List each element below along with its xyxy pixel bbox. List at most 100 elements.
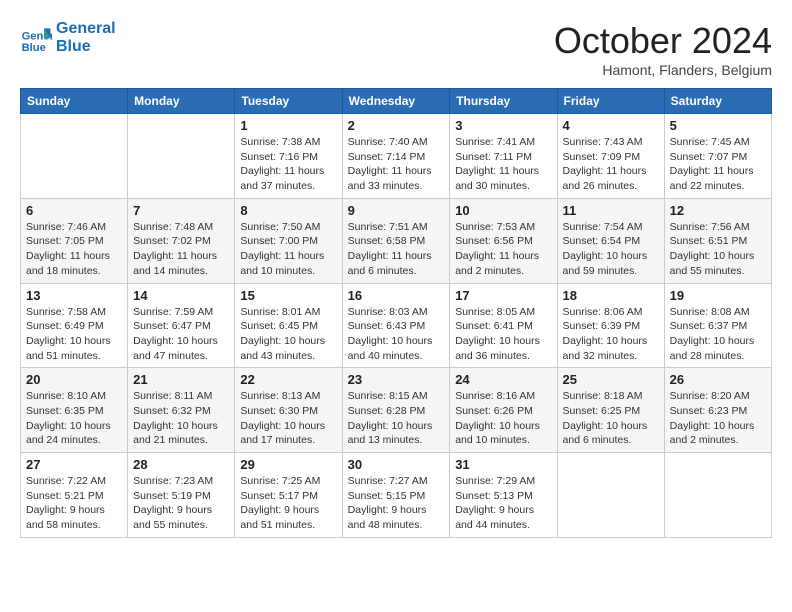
calendar-cell: 30 Sunrise: 7:27 AM Sunset: 5:15 PM Dayli…: [342, 453, 450, 538]
weekday-header-sunday: Sunday: [21, 89, 128, 114]
weekday-header-monday: Monday: [128, 89, 235, 114]
day-number: 24: [455, 372, 551, 387]
day-info: Sunrise: 7:54 AM Sunset: 6:54 PM Dayligh…: [563, 220, 659, 279]
day-info: Sunrise: 8:01 AM Sunset: 6:45 PM Dayligh…: [240, 305, 336, 364]
day-number: 25: [563, 372, 659, 387]
day-info: Sunrise: 7:56 AM Sunset: 6:51 PM Dayligh…: [670, 220, 766, 279]
calendar-cell: [557, 453, 664, 538]
calendar-cell: 11 Sunrise: 7:54 AM Sunset: 6:54 PM Dayli…: [557, 198, 664, 283]
calendar-cell: 16Sunrise: 8:03 AM Sunset: 6:43 PM Dayli…: [342, 283, 450, 368]
day-info: Sunrise: 8:05 AM Sunset: 6:41 PM Dayligh…: [455, 305, 551, 364]
day-info: Sunrise: 7:43 AM Sunset: 7:09 PM Dayligh…: [563, 135, 659, 194]
day-number: 29: [240, 457, 336, 472]
day-info: Sunrise: 8:08 AM Sunset: 6:37 PM Dayligh…: [670, 305, 766, 364]
calendar-cell: 9 Sunrise: 7:51 AM Sunset: 6:58 PM Daylig…: [342, 198, 450, 283]
calendar-cell: 29 Sunrise: 7:25 AM Sunset: 5:17 PM Dayli…: [235, 453, 342, 538]
calendar-week-5: 27 Sunrise: 7:22 AM Sunset: 5:21 PM Dayli…: [21, 453, 772, 538]
calendar-cell: 14 Sunrise: 7:59 AM Sunset: 6:47 PM Dayli…: [128, 283, 235, 368]
day-number: 2: [348, 118, 445, 133]
calendar-cell: 25 Sunrise: 8:18 AM Sunset: 6:25 PM Dayli…: [557, 368, 664, 453]
day-number: 15: [240, 288, 336, 303]
calendar-cell: 8 Sunrise: 7:50 AM Sunset: 7:00 PM Daylig…: [235, 198, 342, 283]
day-number: 19: [670, 288, 766, 303]
calendar-cell: 19 Sunrise: 8:08 AM Sunset: 6:37 PM Dayli…: [664, 283, 771, 368]
day-number: 26: [670, 372, 766, 387]
day-number: 30: [348, 457, 445, 472]
day-info: Sunrise: 7:41 AM Sunset: 7:11 PM Dayligh…: [455, 135, 551, 194]
day-info: Sunrise: 7:58 AM Sunset: 6:49 PM Dayligh…: [26, 305, 122, 364]
day-info: Sunrise: 7:59 AM Sunset: 6:47 PM Dayligh…: [133, 305, 229, 364]
day-info: Sunrise: 8:16 AM Sunset: 6:26 PM Dayligh…: [455, 389, 551, 448]
calendar-cell: 31 Sunrise: 7:29 AM Sunset: 5:13 PM Dayli…: [450, 453, 557, 538]
day-info: Sunrise: 7:45 AM Sunset: 7:07 PM Dayligh…: [670, 135, 766, 194]
day-info: Sunrise: 8:11 AM Sunset: 6:32 PM Dayligh…: [133, 389, 229, 448]
weekday-header-thursday: Thursday: [450, 89, 557, 114]
month-title: October 2024: [554, 20, 772, 62]
day-number: 18: [563, 288, 659, 303]
calendar-week-3: 13Sunrise: 7:58 AM Sunset: 6:49 PM Dayli…: [21, 283, 772, 368]
calendar-table: SundayMondayTuesdayWednesdayThursdayFrid…: [20, 88, 772, 538]
calendar-cell: [128, 114, 235, 199]
day-info: Sunrise: 8:10 AM Sunset: 6:35 PM Dayligh…: [26, 389, 122, 448]
day-info: Sunrise: 7:40 AM Sunset: 7:14 PM Dayligh…: [348, 135, 445, 194]
day-info: Sunrise: 8:06 AM Sunset: 6:39 PM Dayligh…: [563, 305, 659, 364]
logo-icon: General Blue: [20, 22, 52, 54]
day-number: 14: [133, 288, 229, 303]
day-info: Sunrise: 7:53 AM Sunset: 6:56 PM Dayligh…: [455, 220, 551, 279]
calendar-cell: 17Sunrise: 8:05 AM Sunset: 6:41 PM Dayli…: [450, 283, 557, 368]
day-info: Sunrise: 8:20 AM Sunset: 6:23 PM Dayligh…: [670, 389, 766, 448]
day-number: 8: [240, 203, 336, 218]
day-number: 12: [670, 203, 766, 218]
weekday-header-friday: Friday: [557, 89, 664, 114]
day-info: Sunrise: 7:27 AM Sunset: 5:15 PM Dayligh…: [348, 474, 445, 533]
weekday-header-saturday: Saturday: [664, 89, 771, 114]
day-number: 11: [563, 203, 659, 218]
calendar-cell: 12 Sunrise: 7:56 AM Sunset: 6:51 PM Dayli…: [664, 198, 771, 283]
day-info: Sunrise: 7:22 AM Sunset: 5:21 PM Dayligh…: [26, 474, 122, 533]
svg-text:Blue: Blue: [22, 41, 46, 53]
calendar-cell: [664, 453, 771, 538]
day-number: 31: [455, 457, 551, 472]
day-number: 10: [455, 203, 551, 218]
location: Hamont, Flanders, Belgium: [554, 62, 772, 78]
day-number: 3: [455, 118, 551, 133]
calendar-week-4: 20Sunrise: 8:10 AM Sunset: 6:35 PM Dayli…: [21, 368, 772, 453]
calendar-cell: 24 Sunrise: 8:16 AM Sunset: 6:26 PM Dayli…: [450, 368, 557, 453]
day-number: 5: [670, 118, 766, 133]
calendar-week-1: 1 Sunrise: 7:38 AM Sunset: 7:16 PM Daylig…: [21, 114, 772, 199]
calendar-cell: 22Sunrise: 8:13 AM Sunset: 6:30 PM Dayli…: [235, 368, 342, 453]
calendar-cell: 7 Sunrise: 7:48 AM Sunset: 7:02 PM Daylig…: [128, 198, 235, 283]
calendar-cell: 27 Sunrise: 7:22 AM Sunset: 5:21 PM Dayli…: [21, 453, 128, 538]
weekday-header-row: SundayMondayTuesdayWednesdayThursdayFrid…: [21, 89, 772, 114]
calendar-cell: 20Sunrise: 8:10 AM Sunset: 6:35 PM Dayli…: [21, 368, 128, 453]
day-number: 21: [133, 372, 229, 387]
day-info: Sunrise: 7:48 AM Sunset: 7:02 PM Dayligh…: [133, 220, 229, 279]
calendar-cell: 15 Sunrise: 8:01 AM Sunset: 6:45 PM Dayli…: [235, 283, 342, 368]
logo: General Blue General Blue: [20, 20, 116, 55]
day-info: Sunrise: 7:25 AM Sunset: 5:17 PM Dayligh…: [240, 474, 336, 533]
day-info: Sunrise: 8:18 AM Sunset: 6:25 PM Dayligh…: [563, 389, 659, 448]
calendar-week-2: 6Sunrise: 7:46 AM Sunset: 7:05 PM Daylig…: [21, 198, 772, 283]
calendar-cell: 23 Sunrise: 8:15 AM Sunset: 6:28 PM Dayli…: [342, 368, 450, 453]
calendar-cell: 28Sunrise: 7:23 AM Sunset: 5:19 PM Dayli…: [128, 453, 235, 538]
day-info: Sunrise: 7:51 AM Sunset: 6:58 PM Dayligh…: [348, 220, 445, 279]
day-number: 4: [563, 118, 659, 133]
day-info: Sunrise: 8:03 AM Sunset: 6:43 PM Dayligh…: [348, 305, 445, 364]
day-number: 1: [240, 118, 336, 133]
calendar-cell: 2 Sunrise: 7:40 AM Sunset: 7:14 PM Daylig…: [342, 114, 450, 199]
day-number: 23: [348, 372, 445, 387]
weekday-header-tuesday: Tuesday: [235, 89, 342, 114]
day-info: Sunrise: 7:46 AM Sunset: 7:05 PM Dayligh…: [26, 220, 122, 279]
day-info: Sunrise: 7:29 AM Sunset: 5:13 PM Dayligh…: [455, 474, 551, 533]
logo-text-general: General: [56, 20, 116, 38]
day-info: Sunrise: 7:50 AM Sunset: 7:00 PM Dayligh…: [240, 220, 336, 279]
day-number: 27: [26, 457, 122, 472]
day-info: Sunrise: 8:15 AM Sunset: 6:28 PM Dayligh…: [348, 389, 445, 448]
calendar-cell: 13Sunrise: 7:58 AM Sunset: 6:49 PM Dayli…: [21, 283, 128, 368]
weekday-header-wednesday: Wednesday: [342, 89, 450, 114]
day-number: 9: [348, 203, 445, 218]
day-info: Sunrise: 7:38 AM Sunset: 7:16 PM Dayligh…: [240, 135, 336, 194]
calendar-cell: 5 Sunrise: 7:45 AM Sunset: 7:07 PM Daylig…: [664, 114, 771, 199]
day-info: Sunrise: 7:23 AM Sunset: 5:19 PM Dayligh…: [133, 474, 229, 533]
day-number: 7: [133, 203, 229, 218]
